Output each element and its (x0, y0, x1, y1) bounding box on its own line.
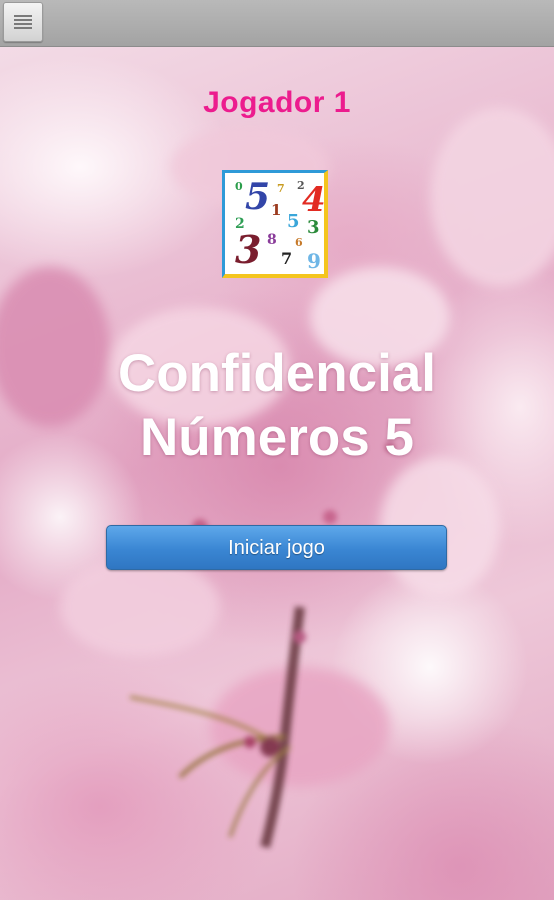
player-label: Jogador 1 (203, 86, 351, 119)
logo-digit: 3 (307, 217, 320, 238)
logo-digit: 5 (287, 211, 300, 232)
app-logo: 0 5 1 7 2 4 2 5 3 3 8 6 7 9 (222, 170, 328, 278)
start-game-button[interactable]: Iniciar jogo (106, 525, 447, 570)
logo-digit: 4 (302, 180, 326, 220)
hamburger-menu-icon (14, 15, 32, 29)
logo-digit: 8 (267, 232, 277, 248)
logo-digit: 7 (281, 249, 293, 268)
logo-digit: 5 (245, 176, 271, 218)
title-line-1: Confidencial (117, 344, 437, 403)
action-bar (0, 0, 554, 47)
logo-digit: 7 (277, 182, 285, 195)
menu-button[interactable] (3, 2, 43, 42)
logo-digit: 9 (307, 249, 321, 273)
title-line-2: Números 5 (140, 408, 414, 467)
main-content: Jogador 1 0 5 1 7 2 4 2 5 3 3 8 6 7 9 Co… (0, 0, 554, 900)
page-title: Confidencial Números 5 (0, 342, 554, 470)
app-screen: Jogador 1 0 5 1 7 2 4 2 5 3 3 8 6 7 9 Co… (0, 0, 554, 900)
logo-digit: 0 (235, 180, 243, 193)
logo-digit: 1 (271, 201, 282, 219)
logo-digit: 6 (295, 236, 303, 249)
logo-digit: 3 (235, 227, 262, 272)
